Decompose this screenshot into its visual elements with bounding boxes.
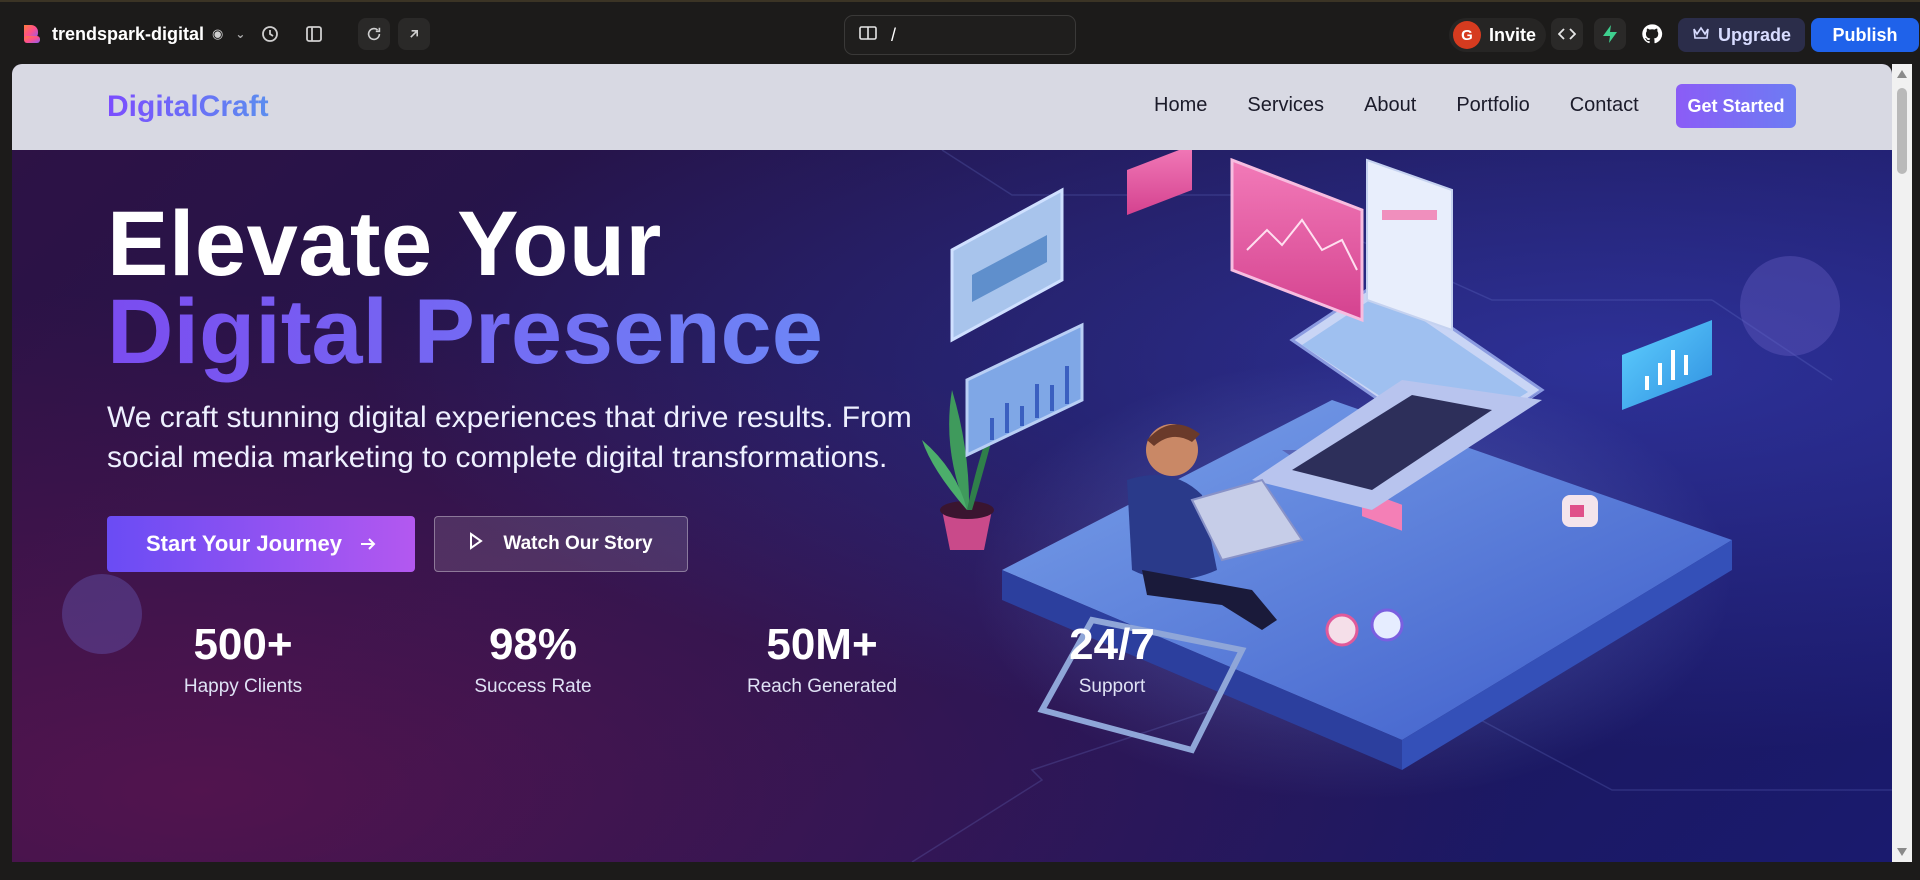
supabase-icon[interactable] <box>1594 18 1626 50</box>
hero-title-line2: Digital Presence <box>107 281 823 383</box>
scroll-down-icon[interactable] <box>1897 848 1907 856</box>
stat-label: Success Rate <box>474 676 592 697</box>
nav-portfolio[interactable]: Portfolio <box>1456 94 1529 117</box>
stat-value: 500+ <box>193 620 293 669</box>
stat-label: Reach Generated <box>747 676 897 697</box>
start-journey-button[interactable]: Start Your Journey <box>107 516 415 572</box>
avatar: G <box>1453 21 1481 49</box>
scroll-up-icon[interactable] <box>1897 70 1907 78</box>
nav-about[interactable]: About <box>1364 94 1416 117</box>
stat-reach-generated: 50M+ Reach Generated <box>712 620 932 698</box>
preview-frame: DigitalCraft Home Services About Portfol… <box>12 64 1892 862</box>
globe-icon: ◉ <box>212 26 224 41</box>
crown-icon <box>1692 25 1710 46</box>
arrow-right-icon <box>360 531 376 557</box>
app-logo-icon <box>20 22 44 46</box>
open-external-icon[interactable] <box>398 18 430 50</box>
decorative-orb <box>62 574 142 654</box>
code-icon[interactable] <box>1551 18 1583 50</box>
project-switcher[interactable]: trendspark-digital ◉ ⌄ <box>20 20 245 48</box>
play-icon <box>469 532 484 556</box>
stat-label: Support <box>1078 676 1146 697</box>
upgrade-label: Upgrade <box>1718 24 1792 45</box>
editor-toolbar: trendspark-digital ◉ ⌄ / G Invite Upgrad… <box>0 0 1920 64</box>
editor-bottom-strip <box>0 862 1920 880</box>
stat-happy-clients: 500+ Happy Clients <box>133 620 353 698</box>
stat-value: 98% <box>488 620 578 669</box>
publish-button[interactable]: Publish <box>1811 18 1919 52</box>
book-icon <box>859 25 877 46</box>
refresh-icon[interactable] <box>358 18 390 50</box>
stat-success-rate: 98% Success Rate <box>423 620 643 698</box>
project-name: trendspark-digital <box>52 23 205 44</box>
start-journey-label: Start Your Journey <box>145 531 342 556</box>
invite-label: Invite <box>1489 24 1537 45</box>
nav-contact[interactable]: Contact <box>1570 94 1639 117</box>
stat-value: 24/7 <box>1069 620 1155 669</box>
sidebar-toggle-icon[interactable] <box>298 18 330 50</box>
watch-story-button[interactable]: Watch Our Story <box>434 516 688 572</box>
url-path: / <box>891 24 897 45</box>
stat-label: Happy Clients <box>183 676 303 697</box>
url-bar[interactable]: / <box>844 15 1076 55</box>
nav-services[interactable]: Services <box>1247 94 1324 117</box>
github-icon[interactable] <box>1636 18 1668 50</box>
upgrade-button[interactable]: Upgrade <box>1678 18 1806 52</box>
site-logo[interactable]: DigitalCraft <box>107 90 269 124</box>
site-navbar: DigitalCraft Home Services About Portfol… <box>12 64 1892 150</box>
nav-home[interactable]: Home <box>1154 94 1207 117</box>
preview-scrollbar[interactable] <box>1892 64 1912 862</box>
stat-value: 50M+ <box>766 620 878 669</box>
invite-button[interactable]: G Invite <box>1449 18 1547 52</box>
stat-support: 24/7 Support <box>1002 620 1222 698</box>
watch-story-label: Watch Our Story <box>503 533 653 554</box>
history-icon[interactable] <box>254 18 286 50</box>
scrollbar-thumb[interactable] <box>1897 88 1907 174</box>
chevron-down-icon: ⌄ <box>235 27 246 41</box>
hero-illustration <box>922 150 1732 800</box>
hero-section: Elevate Your Digital Presence We craft s… <box>12 150 1892 862</box>
hero-subtitle: We craft stunning digital experiences th… <box>107 401 912 474</box>
get-started-button[interactable]: Get Started <box>1676 84 1796 128</box>
site-nav-links: Home Services About Portfolio Contact <box>1154 94 1639 117</box>
